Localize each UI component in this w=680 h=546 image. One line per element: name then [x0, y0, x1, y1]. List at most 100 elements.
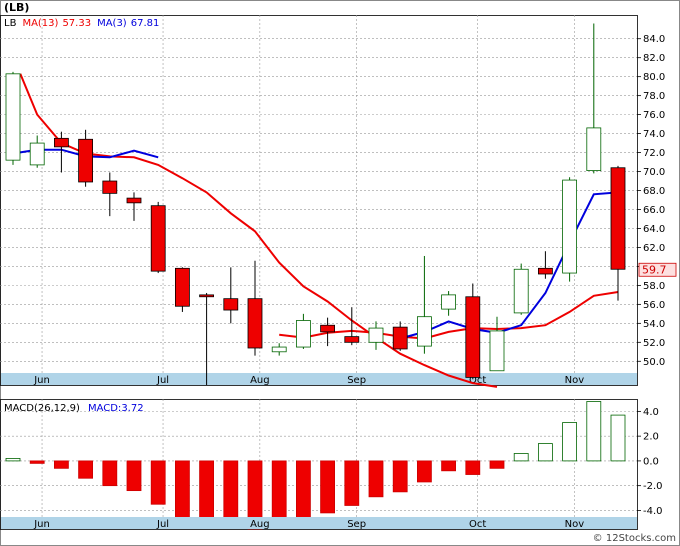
macd-bar-5 [126, 460, 142, 492]
legend-lb: LB [4, 18, 17, 29]
price-y-tick-label: 84.0 [643, 34, 665, 45]
macd-x-tick-nov: Nov [565, 519, 585, 530]
macd-bar-8 [199, 460, 215, 525]
macd-x-axis-band: Jun Jul Aug Sep Oct Nov [1, 517, 637, 530]
macd-x-tick-jun: Jun [33, 519, 50, 530]
macd-bar-25 [610, 414, 626, 462]
macd-x-band [1, 517, 637, 529]
macd-legend-value: 3.72 [121, 403, 143, 414]
price-x-tick-sep: Sep [347, 375, 366, 386]
price-y-tick-label: 56.0 [643, 300, 665, 311]
macd-bar-11 [271, 460, 287, 525]
price-x-tick-nov: Nov [565, 375, 585, 386]
price-legend-text: LB MA(13) 57.33 MA(3) 67.81 [4, 18, 159, 29]
price-y-tick-label: 74.0 [643, 129, 665, 140]
macd-bar-12 [295, 460, 311, 520]
macd-y-tick-label: -2.0 [643, 481, 663, 492]
candle-body-16 [392, 326, 408, 350]
candle-body-8 [199, 294, 215, 298]
candle-body-17 [416, 316, 432, 347]
legend-value-1: 57.33 [62, 18, 91, 29]
candle-6 [150, 201, 166, 274]
price-y-tick-label: 66.0 [643, 205, 665, 216]
macd-y-tick-label: 4.0 [643, 407, 659, 418]
macd-bar-13 [320, 460, 336, 514]
price-y-tick-label: 54.0 [643, 319, 665, 330]
price-y-tick-label: 70.0 [643, 167, 665, 178]
candle-body-23 [562, 179, 577, 274]
candle-23 [562, 177, 577, 282]
ticker-label: (LB) [4, 1, 29, 14]
candle-body-15 [368, 327, 384, 343]
macd-bar-23 [562, 422, 577, 462]
price-plot-area [0, 15, 638, 386]
price-y-tick-label: 82.0 [643, 53, 665, 64]
candle-body-12 [295, 320, 311, 348]
macd-legend-text: MACD(26,12,9) MACD:3.72 [4, 403, 144, 414]
macd-x-tick-jul: Jul [156, 519, 169, 530]
macd-legend-name: MACD(26,12,9) [4, 403, 80, 414]
macd-bar-21 [513, 453, 529, 462]
candle-body-6 [150, 205, 166, 272]
macd-x-tick-aug: Aug [250, 519, 270, 530]
candle-body-2 [54, 137, 69, 148]
candle-body-5 [126, 197, 142, 204]
candle-body-19 [465, 296, 481, 378]
macd-bar-7 [174, 460, 190, 519]
macd-legend: MACD(26,12,9) MACD:3.72 [4, 403, 144, 414]
macd-bar-18 [441, 460, 457, 472]
macd-bar-24 [586, 401, 602, 462]
macd-x-tick-oct: Oct [469, 519, 486, 530]
candle-body-18 [441, 294, 457, 310]
stock-chart: (LB) Jun Jul Aug Sep Oct Nov 50.0 52.0 54.0 56.0… [0, 0, 680, 546]
candle-body-1 [29, 142, 45, 166]
last-price-label: 59.7 [642, 263, 667, 276]
price-x-tick-jun: Jun [33, 375, 50, 386]
candle-body-7 [174, 267, 190, 307]
macd-bar-3 [78, 460, 93, 479]
macd-bar-0 [5, 458, 21, 462]
price-y-tick-label: 80.0 [643, 72, 665, 83]
macd-y-tick-label: -4.0 [643, 506, 663, 517]
legend-ma-13-: MA(13) [22, 18, 58, 29]
macd-bar-16 [392, 460, 408, 493]
macd-plot-area [0, 399, 638, 530]
macd-x-tick-sep: Sep [347, 519, 366, 530]
candle-body-14 [344, 336, 360, 343]
candle-body-22 [538, 267, 553, 275]
macd-bar-4 [102, 460, 118, 487]
candle-body-25 [610, 167, 626, 270]
candle-body-10 [247, 298, 263, 349]
price-legend: LB MA(13) 57.33 MA(3) 67.81 [4, 18, 159, 29]
macd-bar-22 [538, 443, 553, 462]
macd-bar-17 [416, 460, 432, 483]
price-y-tick-label: 58.0 [643, 281, 665, 292]
candle-body-9 [223, 298, 239, 311]
macd-bar-9 [223, 460, 239, 527]
legend-ma-3-: MA(3) [97, 18, 127, 29]
macd-panel: Jun Jul Aug Sep Oct Nov 4.0 2.0 0.0 -2.0 -4.0 MAC… [0, 399, 663, 530]
candle-body-4 [102, 180, 118, 194]
candle-21 [513, 263, 529, 315]
price-y-tick-label: 68.0 [643, 186, 665, 197]
price-x-band [1, 373, 637, 385]
macd-legend-label: MACD: [88, 403, 121, 414]
candle-body-24 [586, 127, 602, 171]
candle-body-3 [78, 138, 93, 183]
price-y-tick-label: 78.0 [643, 91, 665, 102]
candle-body-11 [271, 346, 287, 353]
macd-bar-14 [344, 460, 360, 506]
price-x-axis-band: Jun Jul Aug Sep Oct Nov [1, 373, 637, 386]
candle-19 [465, 283, 481, 380]
candle-body-21 [513, 268, 529, 314]
macd-y-tick-label: 2.0 [643, 432, 659, 443]
price-y-tick-label: 50.0 [643, 357, 665, 368]
candle-7 [174, 267, 190, 312]
macd-bar-6 [150, 460, 166, 505]
candle-body-13 [320, 324, 336, 333]
candle-0 [5, 71, 21, 165]
price-y-tick-label: 52.0 [643, 338, 665, 349]
macd-bar-20 [489, 460, 505, 469]
price-y-tick-label: 64.0 [643, 224, 665, 235]
candle-body-0 [5, 73, 21, 161]
